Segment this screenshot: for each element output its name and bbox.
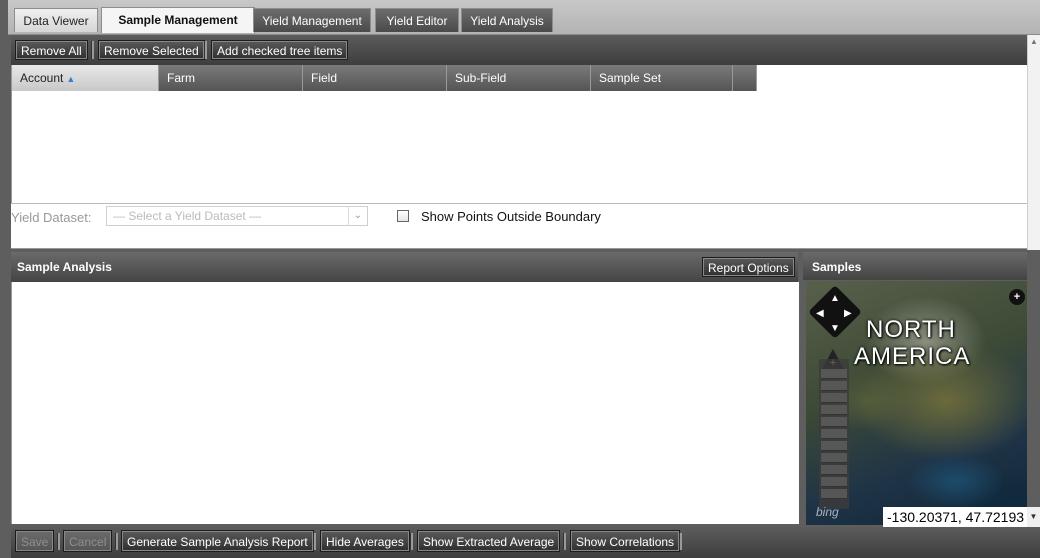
zoom-slider[interactable] bbox=[819, 359, 849, 509]
sample-analysis-title: Sample Analysis bbox=[17, 260, 112, 274]
toolbar-separator bbox=[115, 533, 118, 550]
column-header-extra bbox=[733, 65, 757, 91]
bottom-toolbar: Save Cancel Generate Sample Analysis Rep… bbox=[11, 527, 1040, 558]
yield-dataset-select[interactable]: — Select a Yield Dataset — ⌄ bbox=[106, 206, 368, 226]
column-header-farm[interactable]: Farm bbox=[159, 65, 303, 91]
yield-dataset-label: Yield Dataset: bbox=[11, 210, 92, 225]
scroll-up-icon[interactable]: ▲ bbox=[1030, 37, 1038, 46]
sort-ascending-icon: ▲ bbox=[66, 74, 76, 84]
vertical-scrollbar[interactable]: ▲ bbox=[1027, 35, 1040, 250]
show-extracted-average-button[interactable]: Show Extracted Average bbox=[417, 530, 561, 552]
generate-sample-analysis-report-button[interactable]: Generate Sample Analysis Report bbox=[121, 530, 314, 552]
toolbar-separator bbox=[204, 41, 207, 59]
pan-left-icon[interactable]: ◀ bbox=[816, 308, 824, 319]
show-correlations-button[interactable]: Show Correlations bbox=[570, 530, 681, 552]
yield-dataset-row: Yield Dataset: — Select a Yield Dataset … bbox=[11, 203, 1027, 249]
column-header-sub-field[interactable]: Sub-Field bbox=[447, 65, 591, 91]
samples-title: Samples bbox=[812, 260, 862, 274]
pan-right-icon[interactable]: ▶ bbox=[844, 308, 852, 319]
pan-up-icon[interactable]: ▲ bbox=[830, 293, 840, 304]
samples-grid[interactable]: Account ▲ Farm Field Sub-Field Sample Set bbox=[11, 65, 1028, 203]
column-header-sample-set[interactable]: Sample Set bbox=[591, 65, 733, 91]
sample-analysis-panel bbox=[11, 282, 799, 524]
tab-yield-management[interactable]: Yield Management bbox=[253, 8, 371, 32]
tab-bar: Data Viewer Sample Management Yield Mana… bbox=[8, 0, 1040, 35]
samples-header: Samples bbox=[803, 252, 1027, 280]
show-points-outside-boundary-checkbox[interactable] bbox=[397, 210, 409, 222]
grid-toolbar: Remove All Remove Selected Add checked t… bbox=[11, 35, 1027, 65]
show-points-outside-boundary-label[interactable]: Show Points Outside Boundary bbox=[421, 209, 601, 224]
toolbar-separator bbox=[679, 533, 682, 550]
column-header-field[interactable]: Field bbox=[303, 65, 447, 91]
samples-map[interactable]: ▲ ▼ ◀ ▶ NORTH AMERICA + + bbox=[806, 281, 1027, 525]
map-label-north: NORTH bbox=[866, 316, 956, 343]
toolbar-separator bbox=[313, 533, 316, 550]
bing-logo: bing bbox=[816, 505, 839, 519]
coordinates-dropdown-icon[interactable]: ▼ bbox=[1027, 507, 1040, 527]
chevron-down-icon[interactable]: ⌄ bbox=[348, 207, 367, 225]
toolbar-separator bbox=[410, 533, 413, 550]
column-header-label: Account bbox=[20, 71, 64, 85]
app-frame: Data Viewer Sample Management Yield Mana… bbox=[0, 0, 1040, 558]
remove-selected-button[interactable]: Remove Selected bbox=[98, 40, 205, 60]
add-checked-tree-items-button[interactable]: Add checked tree items bbox=[211, 40, 349, 60]
map-coordinates-readout: -130.20371, 47.72193 bbox=[883, 507, 1027, 527]
tab-sample-management[interactable]: Sample Management bbox=[101, 7, 255, 33]
cancel-button[interactable]: Cancel bbox=[63, 530, 113, 552]
map-label-america: AMERICA bbox=[854, 343, 971, 370]
map-plus-icon[interactable]: + bbox=[1009, 289, 1025, 305]
save-button[interactable]: Save bbox=[15, 530, 55, 552]
toolbar-separator bbox=[91, 41, 94, 59]
remove-all-button[interactable]: Remove All bbox=[15, 40, 88, 60]
toolbar-separator bbox=[563, 533, 566, 550]
report-options-button[interactable]: Report Options bbox=[702, 257, 795, 277]
sample-analysis-header: Sample Analysis Report Options bbox=[11, 252, 798, 282]
column-header-account[interactable]: Account ▲ bbox=[12, 65, 159, 91]
toolbar-separator bbox=[57, 533, 60, 550]
pan-down-icon[interactable]: ▼ bbox=[830, 323, 840, 334]
tab-yield-analysis[interactable]: Yield Analysis bbox=[461, 8, 553, 32]
yield-dataset-placeholder: — Select a Yield Dataset — bbox=[113, 209, 262, 223]
tab-yield-editor[interactable]: Yield Editor bbox=[375, 8, 459, 32]
tab-data-viewer[interactable]: Data Viewer bbox=[14, 8, 98, 32]
hide-averages-button[interactable]: Hide Averages bbox=[320, 530, 410, 552]
